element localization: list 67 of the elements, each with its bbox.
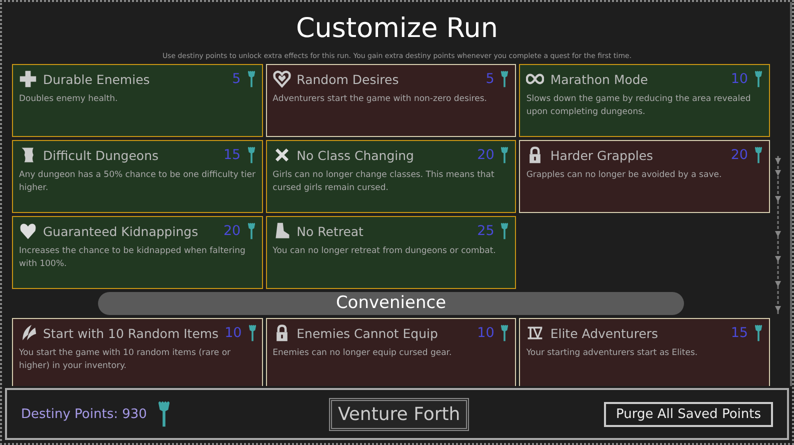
modifier-card[interactable]: Start with 10 Random Items 10 You start the game with 10 random items (rare or higher) in your inventory. <box>12 318 263 386</box>
modifier-description: You start the game with 10 random items (rare or higher) in your inventory. <box>19 347 232 373</box>
modifier-cost: 10 <box>224 325 242 341</box>
modifier-name: No Retreat <box>296 224 364 238</box>
modifier-cost: 15 <box>730 325 748 341</box>
modifier-cost: 10 <box>730 71 748 87</box>
modifier-name: Random Desires <box>296 72 400 86</box>
torch-icon <box>500 222 510 240</box>
plus-icon <box>19 70 37 88</box>
modifier-name: Elite Adventurers <box>550 326 660 340</box>
modifier-card[interactable]: Harder Grapples 20 Grapples can no longer be avoided by a save. <box>519 140 770 213</box>
torch-icon <box>246 70 256 88</box>
torch-icon <box>754 324 763 342</box>
modifier-card[interactable]: No Retreat 25 You can no longer retreat from dungeons or combat. <box>266 216 516 289</box>
modifier-cost: 5 <box>232 71 241 87</box>
close-icon <box>272 146 291 164</box>
modifier-description: Enemies can no longer equip cursed gear. <box>272 347 453 360</box>
modifier-cost: 15 <box>223 147 241 163</box>
purge-button[interactable]: Purge All Saved Points <box>604 402 773 426</box>
modifier-name: Harder Grapples <box>550 148 654 162</box>
modifier-description: Adventurers start the game with non-zero desires. <box>272 93 488 106</box>
modifier-description: Slows down the game by reducing the area revealed upon completing dungeons. <box>526 93 752 119</box>
modifier-card[interactable]: Guaranteed Kidnappings 20 Increases the chance to be kidnapped when faltering with 100%. <box>12 216 263 289</box>
torch-icon <box>754 146 763 164</box>
modifier-name: Guaranteed Kidnappings <box>43 224 200 238</box>
modifier-description: Girls can no longer change classes. This means that cursed girls remain cursed. <box>272 169 496 195</box>
modifier-name: Marathon Mode <box>550 72 649 86</box>
torch-icon <box>500 324 510 342</box>
modifier-card[interactable]: Elite Adventurers 15 Your starting adventurers start as Elites. <box>519 318 770 386</box>
torch-icon <box>500 70 510 88</box>
heart-icon <box>19 222 37 240</box>
modifier-name: No Class Changing <box>296 148 415 162</box>
modifier-card[interactable]: Durable Enemies 5 Doubles enemy health. <box>12 64 263 137</box>
modifier-name: Start with 10 Random Items <box>43 326 219 340</box>
torch-icon <box>754 70 763 88</box>
torch-icon <box>156 400 171 428</box>
modifier-cost: 5 <box>486 71 494 87</box>
modifier-cost: 20 <box>730 147 748 163</box>
modifier-name: Difficult Dungeons <box>43 148 160 162</box>
scrollbar[interactable] <box>774 156 782 316</box>
modifier-cost: 10 <box>477 325 494 341</box>
modifier-description: Your starting adventurers start as Elites. <box>526 347 699 360</box>
modifier-card[interactable]: Difficult Dungeons 15 Any dungeon has a 50% chance to be one difficulty tier higher. <box>12 140 263 213</box>
modifier-cost: 20 <box>223 223 241 239</box>
modifier-card[interactable]: No Class Changing 20 Girls can no longer change classes. This means that cursed girls remain cursed. <box>266 140 516 213</box>
heart-icon <box>272 70 291 88</box>
modifier-description: Grapples can no longer be avoided by a save. <box>526 169 723 182</box>
page-title: Customize Run <box>294 12 500 46</box>
torch-icon <box>246 146 256 164</box>
modifier-card[interactable]: Random Desires 5 Adventurers start the game with non-zero desires. <box>266 64 516 137</box>
modifier-description: Any dungeon has a 50% chance to be one difficulty tier higher. <box>19 169 256 195</box>
torch-icon <box>500 146 510 164</box>
torch-icon <box>248 324 257 342</box>
torch-icon <box>246 222 256 240</box>
section-header: Convenience <box>98 292 684 315</box>
modifier-name: Enemies Cannot Equip <box>296 326 439 340</box>
numeral-icon <box>526 324 544 342</box>
modifier-cost: 25 <box>477 223 494 239</box>
destiny-points: Destiny Points: 930 <box>21 406 147 422</box>
modifier-cost: 20 <box>477 147 494 163</box>
modifier-name: Durable Enemies <box>43 72 151 86</box>
modifier-card[interactable]: Enemies Cannot Equip 10 Enemies can no longer equip cursed gear. <box>266 318 516 386</box>
modifier-description: Doubles enemy health. <box>19 93 119 106</box>
modifier-card[interactable]: Marathon Mode 10 Slows down the game by reducing the area revealed upon completing dungeons. <box>519 64 770 137</box>
venture-forth-button[interactable]: Venture Forth <box>328 398 470 430</box>
modifier-description: You can no longer retreat from dungeons or combat. <box>272 245 497 258</box>
modifier-description: Increases the chance to be kidnapped when faltering with 100%. <box>19 245 246 271</box>
